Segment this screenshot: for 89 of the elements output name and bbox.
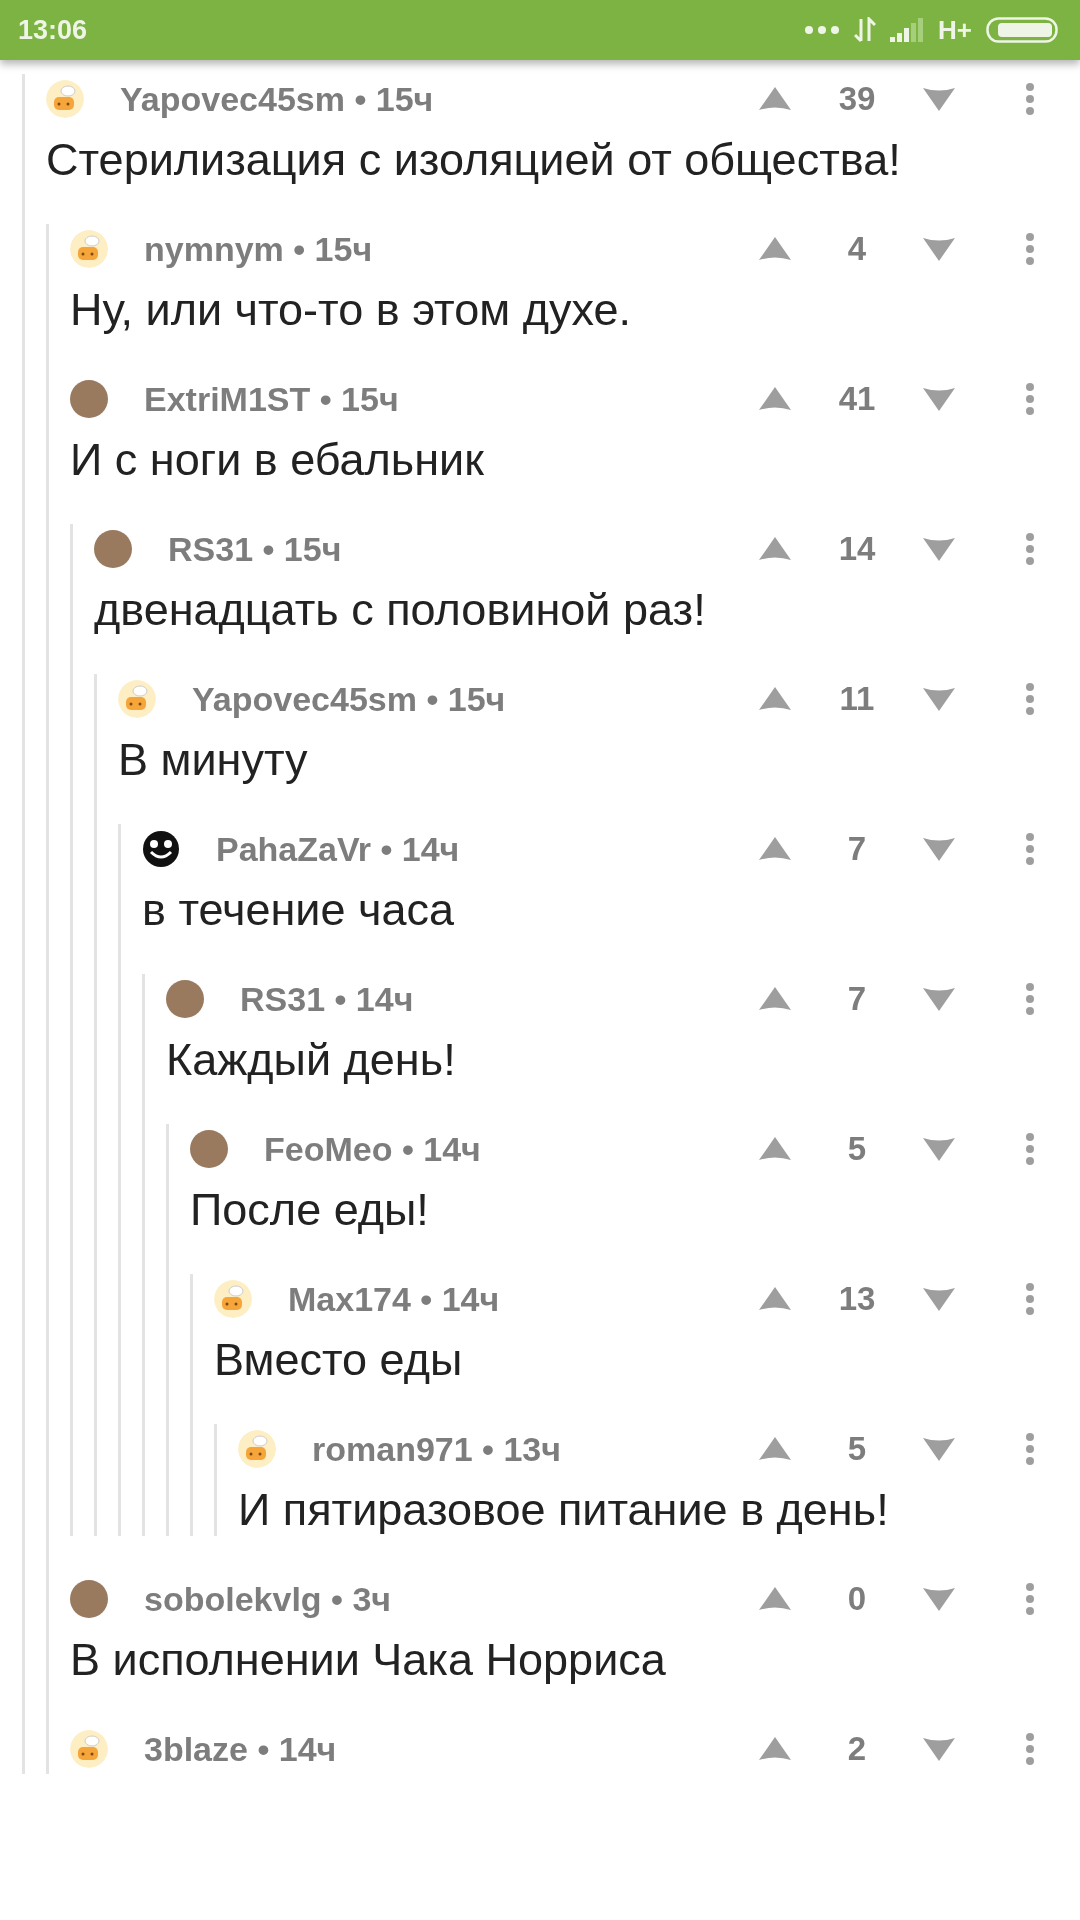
more-notifications-icon — [804, 25, 841, 35]
up-arrow-icon — [758, 536, 792, 562]
status-time: 13:06 — [18, 14, 88, 46]
comment-author-time: 3blaze • 14ч — [144, 1729, 338, 1769]
down-arrow-icon — [922, 1436, 956, 1462]
up-arrow-icon — [758, 1586, 792, 1612]
up-arrow-icon — [758, 236, 792, 262]
up-arrow-icon — [758, 686, 792, 712]
down-arrow-icon — [922, 86, 956, 112]
up-arrow-icon — [758, 86, 792, 112]
up-arrow-icon — [758, 986, 792, 1012]
comment-author-time: ExtriM1ST • 15ч — [144, 379, 400, 419]
network-type: H+ — [938, 14, 972, 46]
vote-count: 13 — [837, 1280, 877, 1318]
more-options-icon — [1025, 832, 1035, 866]
comment-text: В исполнении Чака Норриса — [70, 1634, 667, 1686]
more-options-icon — [1025, 682, 1035, 716]
down-arrow-icon — [922, 1736, 956, 1762]
vote-count: 7 — [846, 830, 868, 868]
comment-text: И с ноги в ебальник — [70, 434, 485, 486]
data-transfer-icon — [854, 17, 877, 43]
avatar-photo-placeholder — [94, 530, 132, 568]
more-options-icon — [1025, 382, 1035, 416]
comment-text: Ну, или что-то в этом духе. — [70, 284, 632, 336]
vote-count: 0 — [846, 1580, 868, 1618]
down-arrow-icon — [922, 1586, 956, 1612]
comment-author-time: roman971 • 13ч — [312, 1429, 562, 1469]
up-arrow-icon — [758, 1136, 792, 1162]
comment-author-time: RS31 • 15ч — [168, 529, 343, 569]
avatar-photo-placeholder — [70, 380, 108, 418]
smiley-avatar-icon — [142, 830, 180, 868]
comment-text: В минуту — [118, 734, 309, 786]
chef-avatar-icon — [70, 1730, 108, 1768]
comment-author-time: Max174 • 14ч — [288, 1279, 501, 1319]
comment-author-time: RS31 • 14ч — [240, 979, 415, 1019]
avatar-photo-placeholder — [70, 1580, 108, 1618]
more-options-icon — [1025, 82, 1035, 116]
vote-count: 14 — [837, 530, 877, 568]
more-options-icon — [1025, 232, 1035, 266]
up-arrow-icon — [758, 386, 792, 412]
comment-author-time: Yapovec45sm • 15ч — [192, 679, 507, 719]
more-options-icon — [1025, 532, 1035, 566]
down-arrow-icon — [922, 1136, 956, 1162]
avatar-photo-placeholder — [190, 1130, 228, 1168]
comment-text: После еды! — [190, 1184, 430, 1236]
comment-author-time: FeoMeo • 14ч — [264, 1129, 482, 1169]
comment-author-time: sobolekvlg • 3ч — [144, 1579, 393, 1619]
comment-text: И пятиразовое питание в день! — [238, 1484, 890, 1536]
comment-text: Вместо еды — [214, 1334, 464, 1386]
signal-icon — [890, 18, 925, 42]
avatar-photo-placeholder — [166, 980, 204, 1018]
comment-text: Каждый день! — [166, 1034, 457, 1086]
up-arrow-icon — [758, 836, 792, 862]
comment-author-time: Yapovec45sm • 15ч — [120, 79, 435, 119]
vote-count: 11 — [838, 680, 876, 718]
chef-avatar-icon — [46, 80, 84, 118]
down-arrow-icon — [922, 986, 956, 1012]
up-arrow-icon — [758, 1286, 792, 1312]
more-options-icon — [1025, 1132, 1035, 1166]
comment-author-time: nymnym • 15ч — [144, 229, 374, 269]
more-options-icon — [1025, 1282, 1035, 1316]
comment-text: Стерилизация с изоляцией от общества! — [46, 134, 902, 186]
battery-icon — [986, 17, 1058, 43]
up-arrow-icon — [758, 1736, 792, 1762]
vote-count: 2 — [846, 1730, 868, 1768]
chef-avatar-icon — [118, 680, 156, 718]
down-arrow-icon — [922, 836, 956, 862]
comment-text: двенадцать с половиной раз! — [94, 584, 707, 636]
up-arrow-icon — [758, 1436, 792, 1462]
chef-avatar-icon — [214, 1280, 252, 1318]
comment-author-time: PahaZaVr • 14ч — [216, 829, 461, 869]
chef-avatar-icon — [238, 1430, 276, 1468]
more-options-icon — [1025, 1432, 1035, 1466]
vote-count: 7 — [846, 980, 868, 1018]
down-arrow-icon — [922, 536, 956, 562]
down-arrow-icon — [922, 386, 956, 412]
vote-count: 39 — [837, 80, 877, 118]
more-options-icon — [1025, 1582, 1035, 1616]
more-options-icon — [1025, 982, 1035, 1016]
down-arrow-icon — [922, 236, 956, 262]
vote-count: 5 — [846, 1130, 868, 1168]
comment-text: в течение часа — [142, 884, 456, 936]
down-arrow-icon — [922, 1286, 956, 1312]
more-options-icon — [1025, 1732, 1035, 1766]
chef-avatar-icon — [70, 230, 108, 268]
vote-count: 5 — [846, 1430, 868, 1468]
vote-count: 4 — [846, 230, 868, 268]
vote-count: 41 — [837, 380, 877, 418]
down-arrow-icon — [922, 686, 956, 712]
